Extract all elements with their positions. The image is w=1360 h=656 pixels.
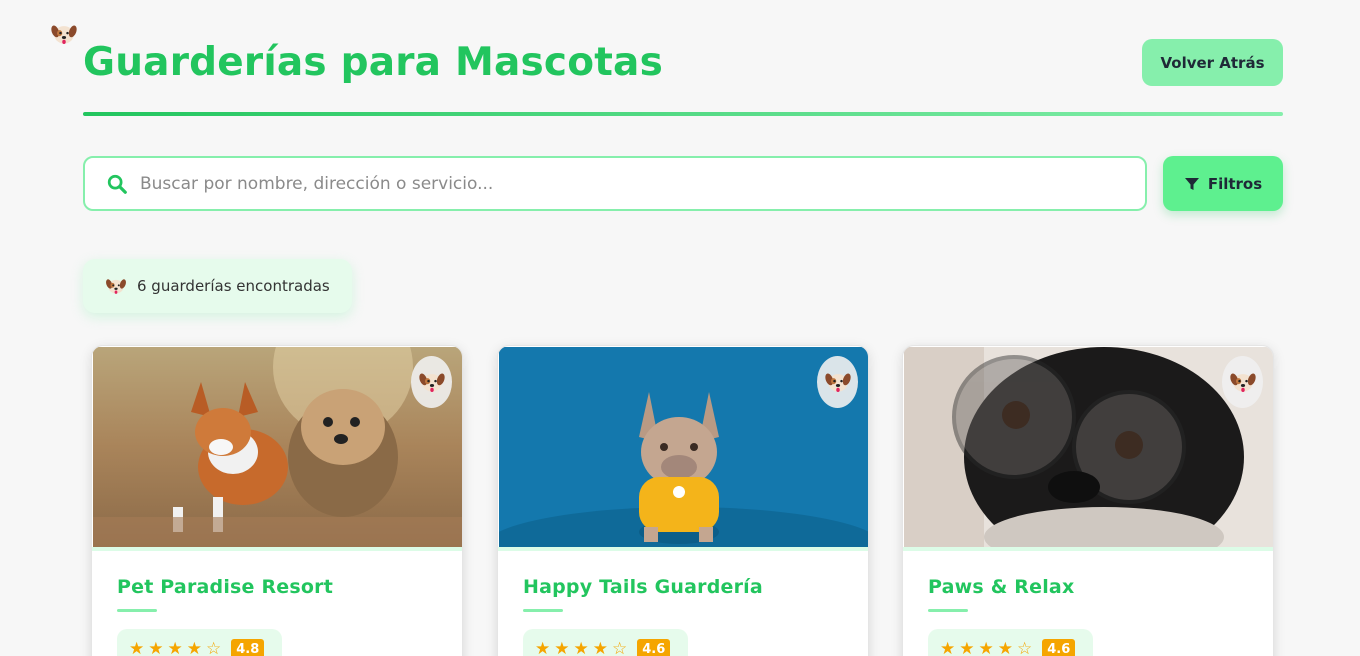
star-icon: ★	[573, 638, 589, 656]
star-icon: ★	[997, 638, 1013, 656]
rating-badge: ★ ★ ★ ★ ☆ 4.6	[928, 629, 1093, 656]
dog-face-icon	[50, 20, 78, 48]
card-photo	[93, 347, 462, 547]
card-title: Pet Paradise Resort	[117, 576, 333, 598]
star-icon: ★	[129, 638, 145, 656]
half-star-icon: ☆	[206, 638, 222, 656]
results-count: 6 guarderías encontradas	[137, 277, 330, 295]
card-title: Happy Tails Guardería	[523, 576, 763, 598]
header-divider	[83, 112, 1283, 116]
star-icon: ★	[167, 638, 183, 656]
star-icon: ★	[592, 638, 608, 656]
rating-badge: ★ ★ ★ ★ ☆ 4.8	[117, 629, 282, 656]
filters-label: Filtros	[1207, 174, 1263, 193]
card-photo	[499, 347, 868, 547]
card-badge	[817, 356, 858, 408]
star-icon: ★	[940, 638, 956, 656]
half-star-icon: ☆	[612, 638, 628, 656]
page-header: Guarderías para Mascotas Volver Atrás	[83, 38, 1283, 118]
dog-face-icon	[1229, 368, 1257, 396]
rating-value: 4.6	[1042, 638, 1076, 656]
filter-icon	[1184, 177, 1199, 190]
back-button[interactable]: Volver Atrás	[1142, 39, 1283, 86]
star-icon: ★	[148, 638, 164, 656]
star-icon: ★	[554, 638, 570, 656]
rating-badge: ★ ★ ★ ★ ☆ 4.6	[523, 629, 688, 656]
dog-face-icon	[418, 368, 446, 396]
star-icon: ★	[186, 638, 202, 656]
page-title: Guarderías para Mascotas	[83, 40, 663, 85]
star-icon: ★	[959, 638, 975, 656]
search-bar[interactable]	[83, 156, 1147, 211]
filters-button[interactable]: Filtros	[1163, 156, 1283, 211]
star-icon: ★	[978, 638, 994, 656]
card-photo	[904, 347, 1273, 547]
star-icon: ★	[535, 638, 551, 656]
search-icon	[107, 174, 127, 194]
search-input[interactable]	[140, 158, 1145, 209]
half-star-icon: ☆	[1017, 638, 1033, 656]
results-count-badge: 6 guarderías encontradas	[83, 259, 352, 313]
card-badge	[411, 356, 452, 408]
dog-face-icon	[824, 368, 852, 396]
daycare-card[interactable]: Pet Paradise Resort ★ ★ ★ ★ ☆ 4.8	[91, 345, 463, 656]
card-title: Paws & Relax	[928, 576, 1075, 598]
rating-value: 4.6	[637, 638, 671, 656]
card-badge	[1222, 356, 1263, 408]
rating-value: 4.8	[231, 638, 265, 656]
dog-face-icon	[105, 275, 127, 297]
daycare-card[interactable]: Happy Tails Guardería ★ ★ ★ ★ ☆ 4.6	[497, 345, 869, 656]
daycare-card[interactable]: Paws & Relax ★ ★ ★ ★ ☆ 4.6	[902, 345, 1274, 656]
